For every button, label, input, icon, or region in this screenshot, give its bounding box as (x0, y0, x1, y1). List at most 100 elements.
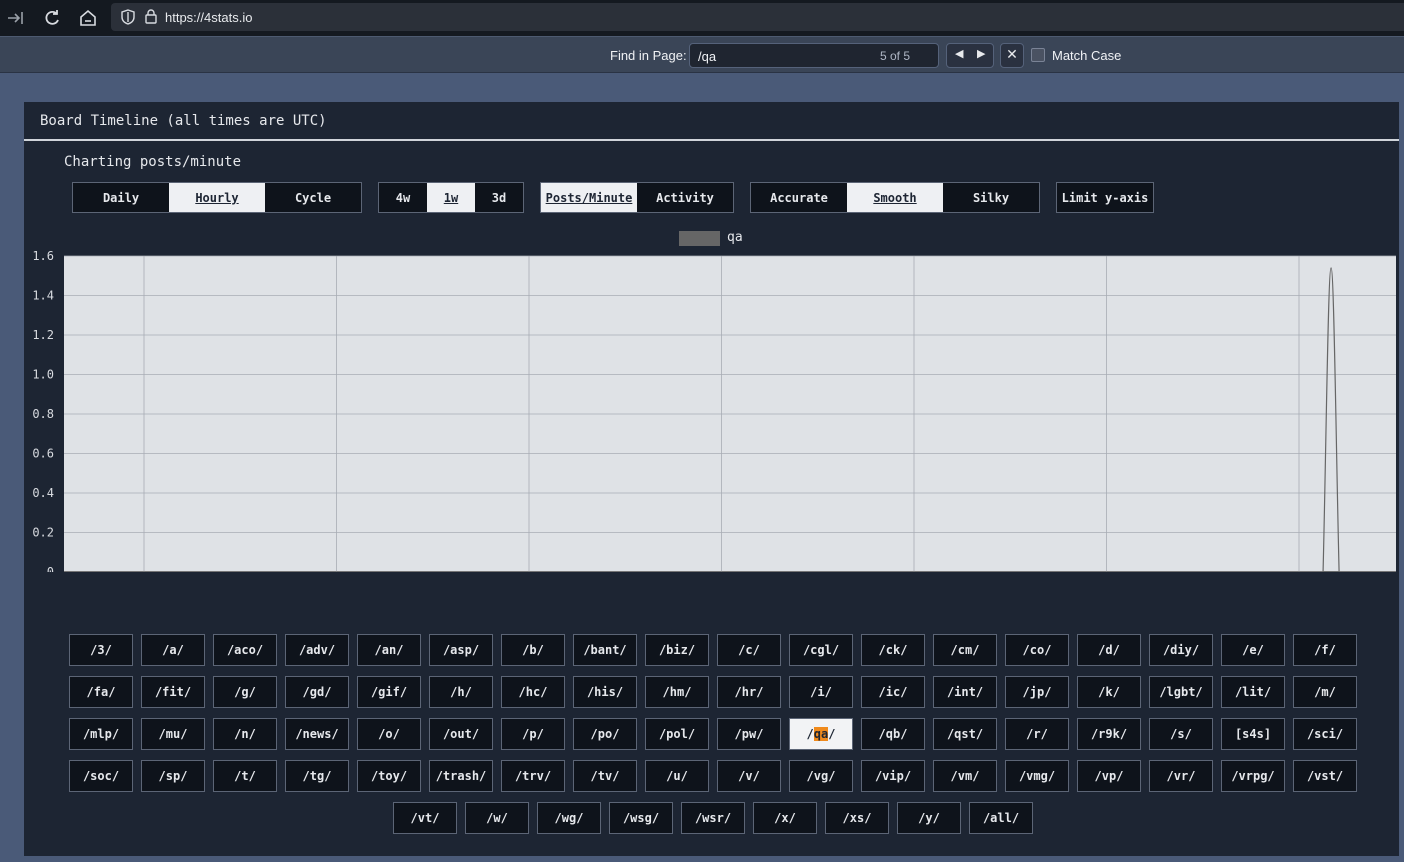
shield-icon[interactable] (121, 9, 135, 29)
board-button-wg[interactable]: /wg/ (537, 802, 601, 834)
board-button-toy[interactable]: /toy/ (357, 760, 421, 792)
board-button-cm[interactable]: /cm/ (933, 634, 997, 666)
board-button-v[interactable]: /v/ (717, 760, 781, 792)
board-button-3[interactable]: /3/ (69, 634, 133, 666)
board-button-all[interactable]: /all/ (969, 802, 1033, 834)
board-button-mlp[interactable]: /mlp/ (69, 718, 133, 750)
board-button-fit[interactable]: /fit/ (141, 676, 205, 708)
match-case-label[interactable]: Match Case (1052, 48, 1121, 63)
board-button-r[interactable]: /r/ (1005, 718, 1069, 750)
board-button-f[interactable]: /f/ (1293, 634, 1357, 666)
board-button-y[interactable]: /y/ (897, 802, 961, 834)
board-button-int[interactable]: /int/ (933, 676, 997, 708)
board-button-wsg[interactable]: /wsg/ (609, 802, 673, 834)
span-1w-button[interactable]: 1w (427, 183, 475, 212)
address-bar[interactable]: https://4stats.io (111, 3, 1404, 31)
board-button-vrpg[interactable]: /vrpg/ (1221, 760, 1285, 792)
reload-icon[interactable] (42, 8, 62, 28)
board-button-x[interactable]: /x/ (753, 802, 817, 834)
smoothing-silky-button[interactable]: Silky (943, 183, 1039, 212)
url-text[interactable]: https://4stats.io (165, 10, 252, 25)
board-button-cgl[interactable]: /cgl/ (789, 634, 853, 666)
board-button-vst[interactable]: /vst/ (1293, 760, 1357, 792)
board-button-hr[interactable]: /hr/ (717, 676, 781, 708)
board-button-e[interactable]: /e/ (1221, 634, 1285, 666)
board-button-vip[interactable]: /vip/ (861, 760, 925, 792)
board-button-out[interactable]: /out/ (429, 718, 493, 750)
limit-y-axis-button[interactable]: Limit y-axis (1057, 183, 1153, 212)
board-button-w[interactable]: /w/ (465, 802, 529, 834)
span-4w-button[interactable]: 4w (379, 183, 427, 212)
board-button-h[interactable]: /h/ (429, 676, 493, 708)
range-hourly-button[interactable]: Hourly (169, 183, 265, 212)
board-button-gif[interactable]: /gif/ (357, 676, 421, 708)
board-button-wsr[interactable]: /wsr/ (681, 802, 745, 834)
board-button-jp[interactable]: /jp/ (1005, 676, 1069, 708)
board-button-a[interactable]: /a/ (141, 634, 205, 666)
board-button-sp[interactable]: /sp/ (141, 760, 205, 792)
board-button-t[interactable]: /t/ (213, 760, 277, 792)
board-button-adv[interactable]: /adv/ (285, 634, 349, 666)
board-button-c[interactable]: /c/ (717, 634, 781, 666)
span-3d-button[interactable]: 3d (475, 183, 523, 212)
sidebar-toggle-icon[interactable] (6, 8, 26, 28)
board-button-lgbt[interactable]: /lgbt/ (1149, 676, 1213, 708)
board-button-gd[interactable]: /gd/ (285, 676, 349, 708)
board-button-ck[interactable]: /ck/ (861, 634, 925, 666)
board-button-asp[interactable]: /asp/ (429, 634, 493, 666)
board-button-tv[interactable]: /tv/ (573, 760, 637, 792)
board-button-co[interactable]: /co/ (1005, 634, 1069, 666)
board-button-diy[interactable]: /diy/ (1149, 634, 1213, 666)
find-close-icon[interactable]: ✕ (1000, 43, 1024, 68)
lock-icon[interactable] (145, 9, 157, 28)
board-button-trv[interactable]: /trv/ (501, 760, 565, 792)
board-button-soc[interactable]: /soc/ (69, 760, 133, 792)
metric-activity-button[interactable]: Activity (637, 183, 733, 212)
match-case-checkbox[interactable] (1031, 48, 1045, 62)
home-icon[interactable] (78, 8, 98, 28)
board-button-vm[interactable]: /vm/ (933, 760, 997, 792)
board-button-u[interactable]: /u/ (645, 760, 709, 792)
board-button-k[interactable]: /k/ (1077, 676, 1141, 708)
board-button-news[interactable]: /news/ (285, 718, 349, 750)
board-button-bant[interactable]: /bant/ (573, 634, 637, 666)
board-button-n[interactable]: /n/ (213, 718, 277, 750)
board-button-vr[interactable]: /vr/ (1149, 760, 1213, 792)
board-button-trash[interactable]: /trash/ (429, 760, 493, 792)
find-next-icon[interactable]: ▶ (977, 47, 985, 60)
board-button-vt[interactable]: /vt/ (393, 802, 457, 834)
board-button-s4s[interactable]: [s4s] (1221, 718, 1285, 750)
board-button-his[interactable]: /his/ (573, 676, 637, 708)
board-button-p[interactable]: /p/ (501, 718, 565, 750)
board-button-pw[interactable]: /pw/ (717, 718, 781, 750)
board-button-r9k[interactable]: /r9k/ (1077, 718, 1141, 750)
board-button-lit[interactable]: /lit/ (1221, 676, 1285, 708)
board-button-tg[interactable]: /tg/ (285, 760, 349, 792)
board-button-hc[interactable]: /hc/ (501, 676, 565, 708)
board-button-vmg[interactable]: /vmg/ (1005, 760, 1069, 792)
board-button-biz[interactable]: /biz/ (645, 634, 709, 666)
board-button-pol[interactable]: /pol/ (645, 718, 709, 750)
board-button-ic[interactable]: /ic/ (861, 676, 925, 708)
board-button-d[interactable]: /d/ (1077, 634, 1141, 666)
board-button-i[interactable]: /i/ (789, 676, 853, 708)
board-button-hm[interactable]: /hm/ (645, 676, 709, 708)
board-button-po[interactable]: /po/ (573, 718, 637, 750)
board-button-qst[interactable]: /qst/ (933, 718, 997, 750)
board-button-xs[interactable]: /xs/ (825, 802, 889, 834)
find-input[interactable]: /qa 5 of 5 (689, 43, 939, 68)
board-button-fa[interactable]: /fa/ (69, 676, 133, 708)
board-button-b[interactable]: /b/ (501, 634, 565, 666)
board-button-qb[interactable]: /qb/ (861, 718, 925, 750)
board-button-m[interactable]: /m/ (1293, 676, 1357, 708)
board-button-sci[interactable]: /sci/ (1293, 718, 1357, 750)
board-button-qa[interactable]: / qa / (789, 718, 853, 750)
board-button-mu[interactable]: /mu/ (141, 718, 205, 750)
metric-posts-per-minute-button[interactable]: Posts/Minute (541, 183, 637, 212)
find-prev-icon[interactable]: ◀ (955, 47, 963, 60)
range-cycle-button[interactable]: Cycle (265, 183, 361, 212)
board-button-aco[interactable]: /aco/ (213, 634, 277, 666)
board-button-vg[interactable]: /vg/ (789, 760, 853, 792)
board-button-an[interactable]: /an/ (357, 634, 421, 666)
board-button-vp[interactable]: /vp/ (1077, 760, 1141, 792)
